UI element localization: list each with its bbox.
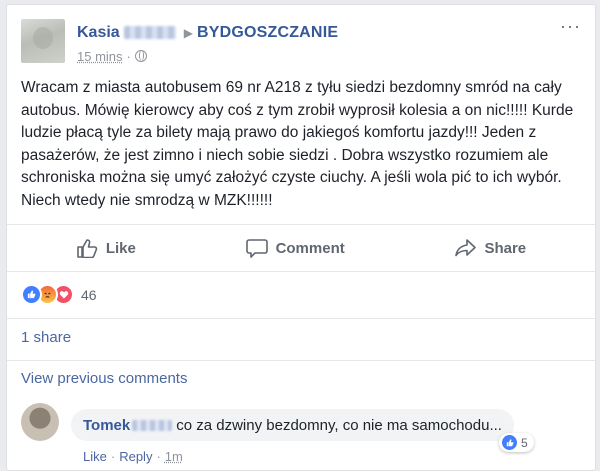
triangle-right-icon: ▶ [183,26,193,40]
separator: · [110,449,116,464]
shares-link[interactable]: 1 share [21,329,71,346]
separator: · [156,449,161,464]
globe-icon[interactable] [134,50,147,62]
comment: Tomek co za dzwiny bezdomny, co nie ma sa… [21,403,581,465]
commenter-avatar[interactable] [21,403,59,441]
post-body: Wracam z miasta autobusem 69 nr A218 z t… [21,79,574,209]
blurred-surname [132,419,173,431]
comment-reactions[interactable]: 5 [499,433,534,452]
like-reaction-icon [21,284,42,305]
divider [7,271,595,272]
share-arrow-icon [455,239,477,257]
thumbs-up-icon [77,239,98,258]
author-name[interactable]: Kasia [77,24,120,41]
post-header: Kasia ▶ BYDGOSZCZANIE 15 mins · ··· [21,17,581,67]
comment-actions: Like · Reply · 1m [83,449,183,464]
author-avatar[interactable] [21,19,65,63]
more-options-icon[interactable]: ··· [560,17,581,35]
view-previous-comments-link[interactable]: View previous comments [21,370,187,387]
post-card: Kasia ▶ BYDGOSZCZANIE 15 mins · ··· Wracam … [6,4,596,471]
reactions-summary[interactable]: 46 [21,284,97,305]
like-reaction-icon [502,435,517,450]
comment-label: Comment [275,239,345,257]
post-meta: 15 mins · [77,49,147,64]
meta-separator: · [126,49,131,64]
comment-button[interactable]: Comment [245,238,345,258]
comment-time[interactable]: 1m [165,449,183,464]
share-button[interactable]: Share [454,238,526,258]
commenter-name[interactable]: Tomek [83,417,130,434]
divider [7,318,595,319]
post-time[interactable]: 15 mins [77,49,123,64]
comment-like-link[interactable]: Like [83,449,107,464]
comment-bubble: Tomek co za dzwiny bezdomny, co nie ma sa… [71,409,514,441]
group-name[interactable]: BYDGOSZCZANIE [197,24,338,41]
blurred-surname [123,26,176,40]
comment-reaction-count: 5 [521,435,528,450]
like-label: Like [105,239,136,257]
comment-reply-link[interactable]: Reply [119,449,152,464]
comment-text: co za dzwiny bezdomny, co nie ma samocho… [176,416,502,434]
post-actions: Like Comment Share [21,225,581,271]
reaction-count: 46 [81,286,97,303]
author-line: Kasia ▶ BYDGOSZCZANIE [77,24,338,42]
share-label: Share [484,239,527,257]
like-button[interactable]: Like [76,238,136,258]
divider [7,360,595,361]
comment-icon [245,239,268,258]
